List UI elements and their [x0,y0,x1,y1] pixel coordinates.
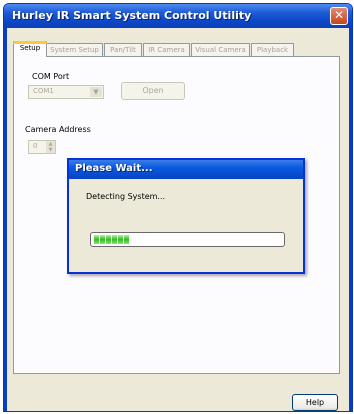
tab-pan-tilt[interactable]: Pan/Tilt [104,43,142,56]
dialog-title-bar[interactable]: Please Wait... [69,160,303,179]
spinner-buttons: ▲ ▼ [46,141,55,153]
tab-playback[interactable]: Playback [251,43,294,56]
window-frame-right [349,28,352,411]
progress-block [100,235,105,244]
window-frame-left [4,28,7,411]
dialog-title: Please Wait... [75,163,153,174]
com-port-value: COM1 [33,87,54,95]
close-icon[interactable]: ✕ [330,7,348,25]
tab-system-setup[interactable]: System Setup [46,43,103,56]
window-title: Hurley IR Smart System Control Utility [12,9,252,22]
progress-block [112,235,117,244]
progress-block [94,235,99,244]
tab-visual-camera[interactable]: Visual Camera [191,43,250,56]
progress-block [124,235,129,244]
app-window: Hurley IR Smart System Control Utility ✕… [3,3,353,412]
spin-down-icon[interactable]: ▼ [46,147,55,153]
camera-address-value: 0 [33,142,38,150]
progress-bar [90,232,285,247]
progress-block [118,235,123,244]
title-bar[interactable]: Hurley IR Smart System Control Utility ✕ [4,4,352,28]
tab-setup[interactable]: Setup [13,41,47,57]
please-wait-dialog: Please Wait... Detecting System... [67,158,305,274]
help-button[interactable]: Help [292,394,338,411]
tab-ir-camera[interactable]: IR Camera [143,43,190,56]
com-port-label: COM Port [32,72,70,81]
progress-block [106,235,111,244]
com-port-select[interactable]: COM1 ▼ [28,85,104,99]
camera-address-spinner[interactable]: 0 ▲ ▼ [28,140,56,154]
dialog-message: Detecting System... [86,192,166,201]
camera-address-label: Camera Address [25,125,91,134]
open-button[interactable]: Open [121,82,185,100]
chevron-down-icon[interactable]: ▼ [90,87,102,97]
progress-fill [94,235,130,244]
tab-strip: Setup System Setup Pan/Tilt IR Camera Vi… [13,41,333,57]
